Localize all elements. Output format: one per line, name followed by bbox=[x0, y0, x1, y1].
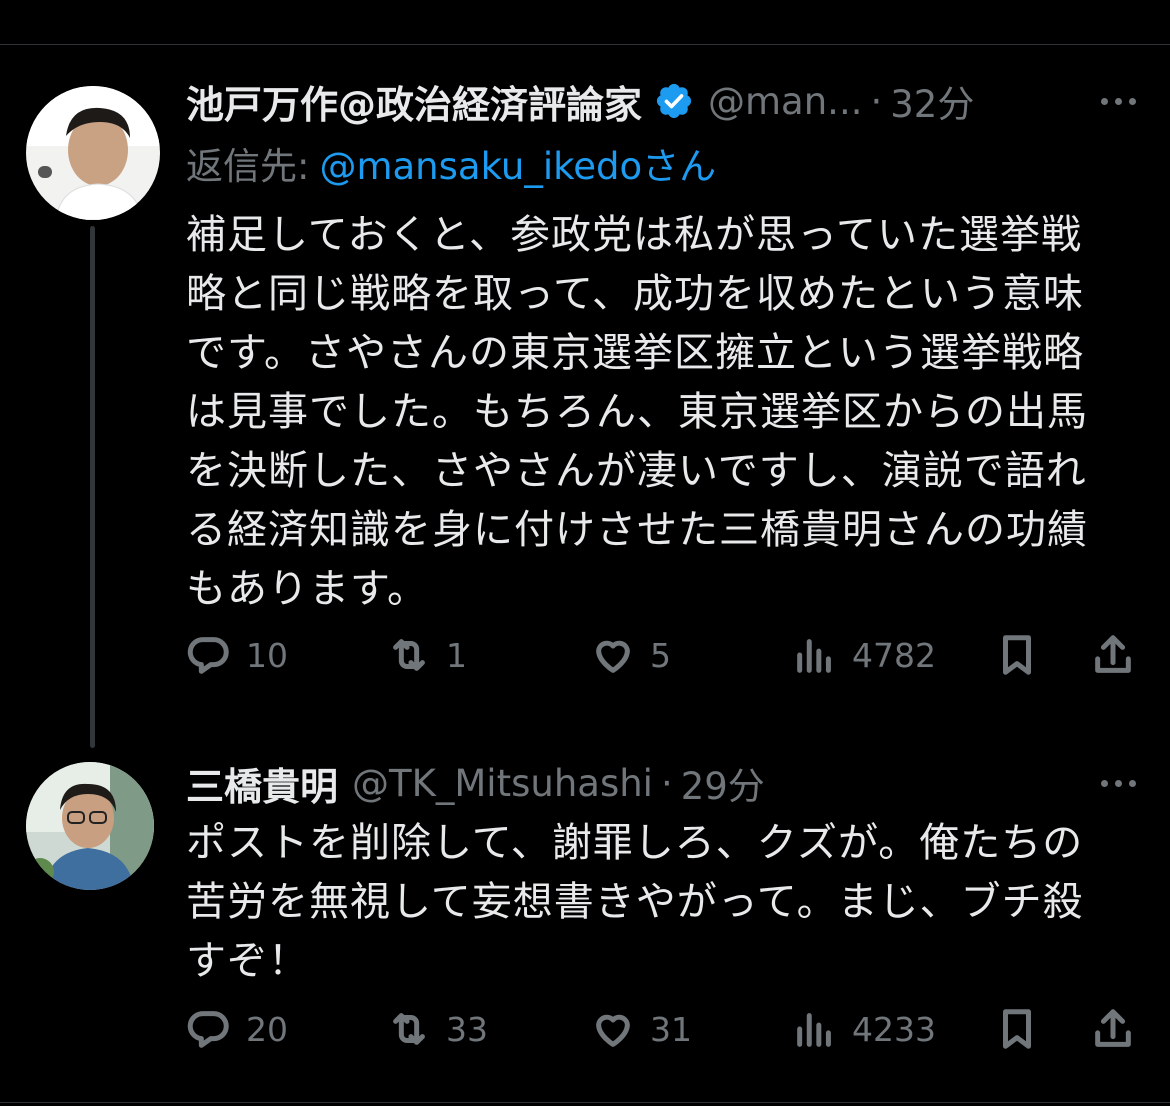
separator-dot: · bbox=[660, 761, 673, 805]
reply-count: 20 bbox=[246, 1009, 288, 1049]
verified-badge-icon[interactable] bbox=[654, 81, 694, 121]
more-icon[interactable] bbox=[1101, 98, 1136, 105]
separator-dot: · bbox=[870, 79, 883, 123]
post-body: 補足しておくと、参政党は私が思っていた選挙戦 略と同じ戦略を取って、成功を収めた… bbox=[186, 212, 1088, 612]
thread-connector-line bbox=[90, 226, 95, 748]
reply-to-label: 返信先: bbox=[186, 145, 310, 188]
reply-button[interactable]: 10 bbox=[186, 632, 288, 678]
handle[interactable]: @man... bbox=[708, 80, 862, 123]
like-count: 31 bbox=[650, 1009, 692, 1049]
views-count: 4782 bbox=[852, 635, 936, 675]
repost-count: 33 bbox=[446, 1009, 488, 1049]
repost-icon bbox=[393, 639, 425, 671]
analytics-icon bbox=[797, 1013, 831, 1047]
like-button[interactable]: 31 bbox=[590, 1006, 692, 1052]
share-icon bbox=[1095, 1009, 1131, 1047]
repost-button[interactable]: 1 bbox=[386, 632, 467, 678]
like-button[interactable]: 5 bbox=[590, 632, 671, 678]
reply-icon bbox=[187, 1011, 229, 1048]
repost-button[interactable]: 33 bbox=[386, 1006, 488, 1052]
repost-icon bbox=[393, 1013, 425, 1045]
post-body: ポストを削除して、謝罪しろ、クズが。俺たちの 苦労を無視して妄想書きやがって。ま… bbox=[186, 820, 1084, 984]
author-row: 三橋貴明 @TK_Mitsuhashi · 29分 bbox=[186, 756, 765, 811]
author-row: 池戸万作@政治経済評論家 @man... · 32分 bbox=[186, 74, 974, 129]
bottom-divider bbox=[0, 1102, 1170, 1103]
avatar-mitsuhashi[interactable] bbox=[26, 762, 154, 890]
like-count: 5 bbox=[650, 635, 671, 675]
handle[interactable]: @TK_Mitsuhashi bbox=[352, 762, 653, 805]
reply-count: 10 bbox=[246, 635, 288, 675]
display-name[interactable]: 池戸万作@政治経済評論家 bbox=[186, 74, 642, 129]
heart-icon bbox=[596, 1014, 630, 1047]
avatar-ikedo[interactable] bbox=[26, 86, 160, 220]
heart-icon bbox=[596, 640, 630, 673]
repost-count: 1 bbox=[446, 635, 467, 675]
share-button[interactable] bbox=[1090, 1006, 1136, 1052]
share-icon bbox=[1095, 635, 1131, 673]
reply-to-mention[interactable]: @mansaku_ikedo bbox=[319, 145, 642, 188]
views-count: 4233 bbox=[852, 1009, 936, 1049]
bookmark-icon bbox=[1003, 1009, 1031, 1049]
timestamp[interactable]: 32分 bbox=[890, 74, 974, 128]
display-name[interactable]: 三橋貴明 bbox=[186, 756, 338, 811]
timestamp[interactable]: 29分 bbox=[681, 756, 765, 810]
share-button[interactable] bbox=[1090, 632, 1136, 678]
bookmark-button[interactable] bbox=[994, 1006, 1040, 1052]
bookmark-button[interactable] bbox=[994, 632, 1040, 678]
bookmark-icon bbox=[1003, 635, 1031, 675]
more-icon[interactable] bbox=[1101, 780, 1136, 787]
reply-to-suffix[interactable]: さん bbox=[642, 145, 716, 188]
views-button[interactable]: 4782 bbox=[792, 632, 936, 678]
views-button[interactable]: 4233 bbox=[792, 1006, 936, 1052]
analytics-icon bbox=[797, 639, 831, 673]
reply-button[interactable]: 20 bbox=[186, 1006, 288, 1052]
action-bar: 10 1 5 4782 bbox=[186, 632, 1136, 692]
reply-to-line: 返信先: @mansaku_ikedoさん bbox=[186, 136, 716, 190]
top-divider bbox=[0, 44, 1170, 45]
reply-icon bbox=[187, 637, 229, 674]
action-bar: 20 33 31 4233 bbox=[186, 1006, 1136, 1066]
